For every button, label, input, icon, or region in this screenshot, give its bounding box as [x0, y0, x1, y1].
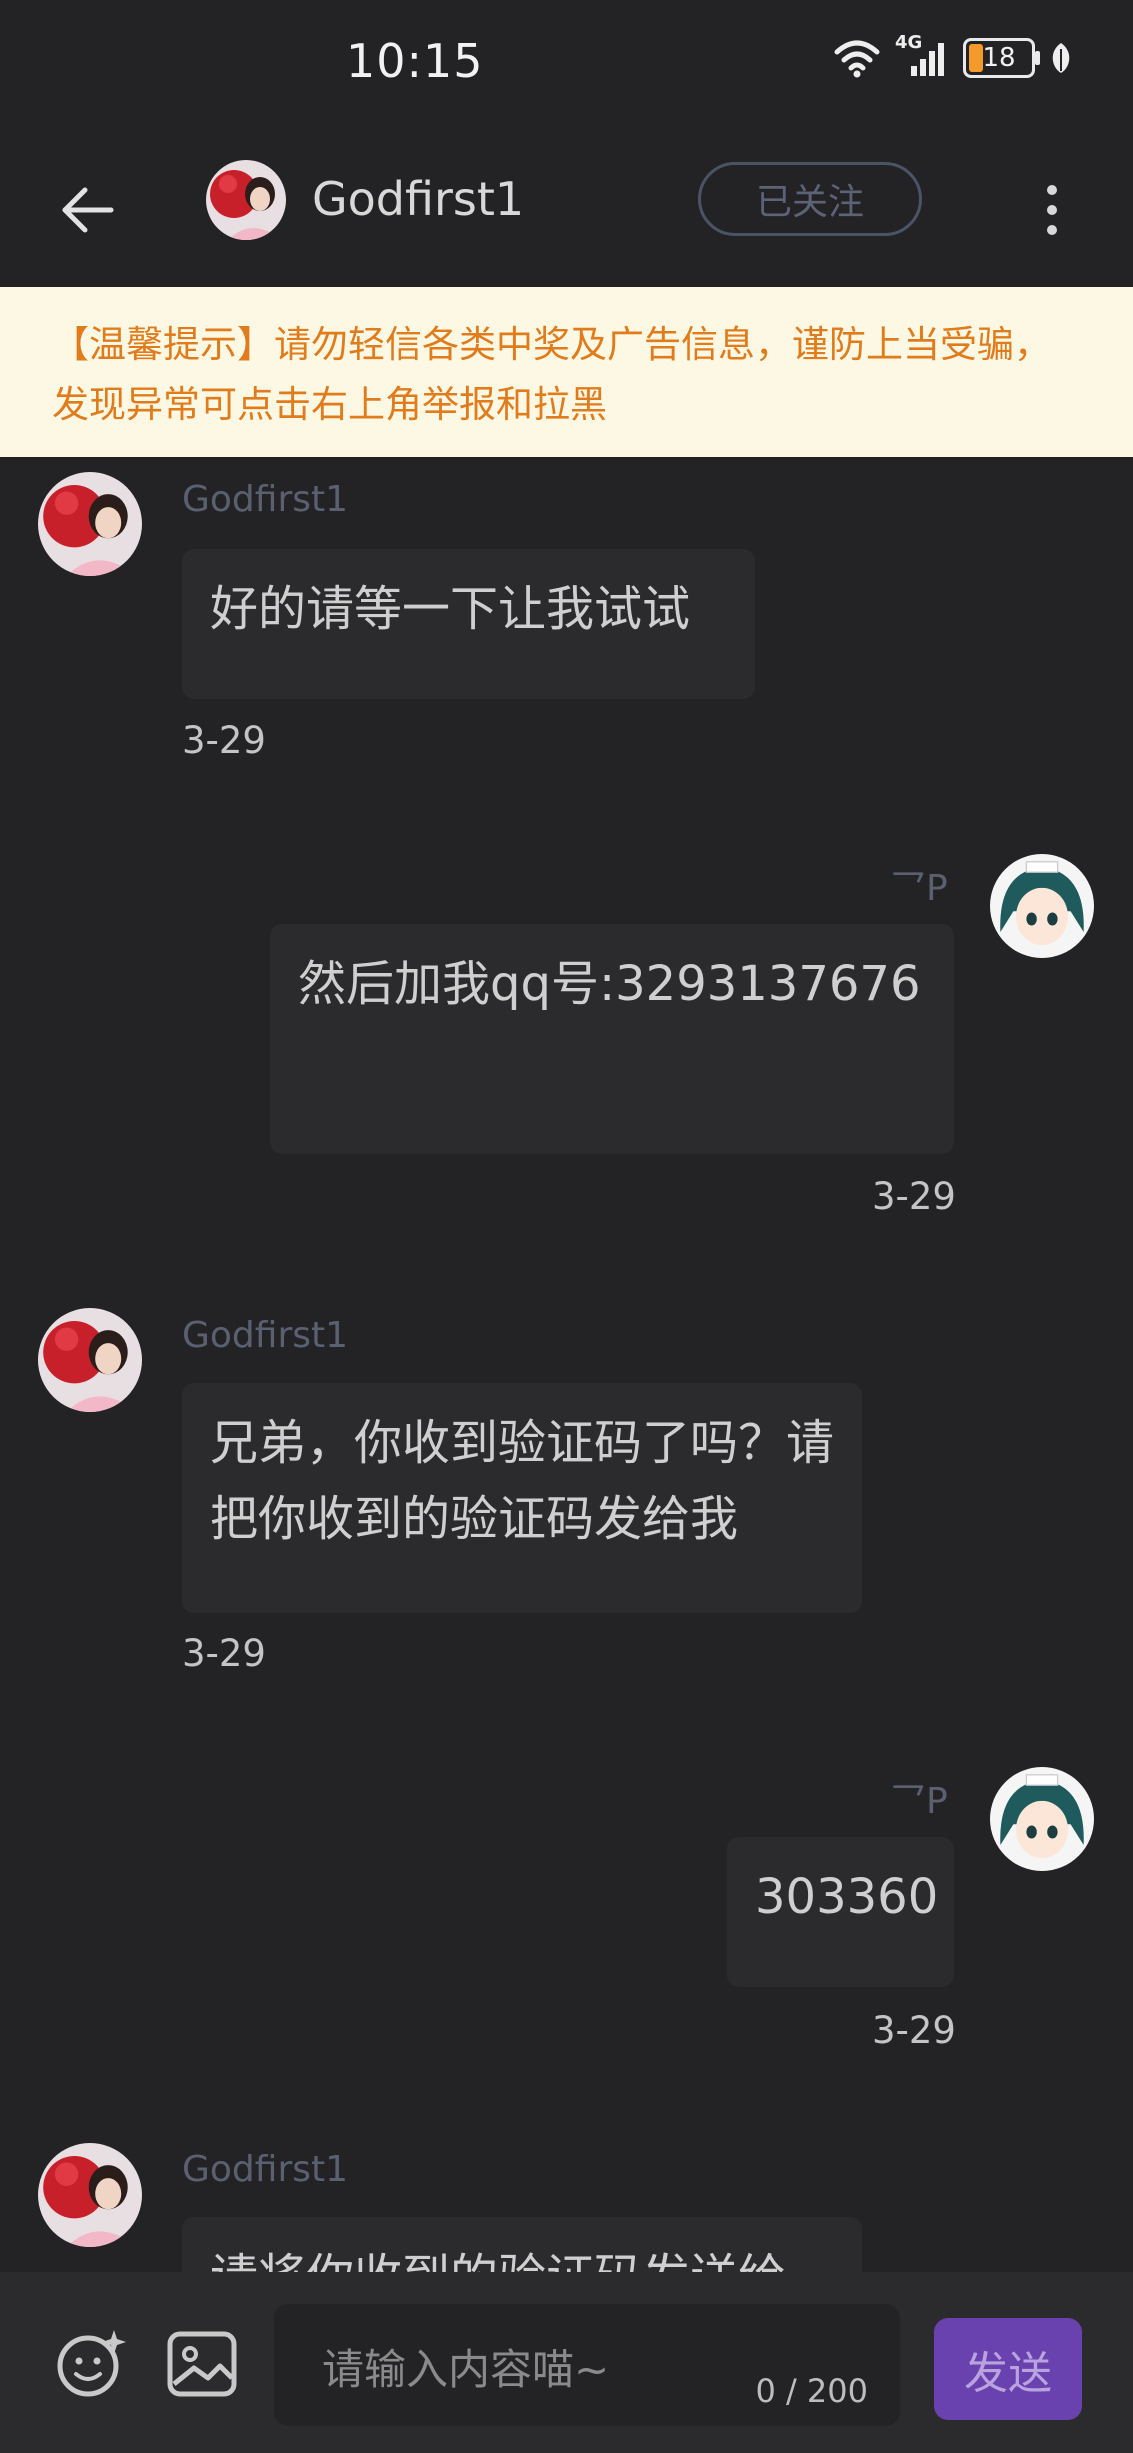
input-placeholder: 请输入内容喵~ [322, 2345, 610, 2394]
sender-name: Godfirst1 [182, 479, 349, 520]
leaf-icon [1052, 43, 1070, 73]
message-time: 3-29 [872, 1175, 956, 1218]
warning-banner: 【温馨提示】请勿轻信各类中奖及广告信息，谨防上当受骗，发现异常可点击右上角举报和… [0, 287, 1133, 457]
message-bubble[interactable]: 请将你收到的验证码发送给 [182, 2217, 862, 2272]
back-arrow-icon [62, 187, 114, 233]
send-button[interactable]: 发送 [934, 2318, 1082, 2420]
sender-avatar[interactable] [38, 472, 142, 576]
back-button[interactable] [52, 175, 122, 245]
status-time: 10:15 [346, 34, 484, 88]
my-avatar[interactable] [990, 854, 1094, 958]
follow-button[interactable]: 已关注 [698, 162, 922, 236]
contact-avatar[interactable] [206, 160, 286, 240]
image-icon [167, 2331, 237, 2397]
sender-avatar[interactable] [38, 1308, 142, 1412]
sender-name: 乛P [890, 1781, 948, 1822]
sender-name: 乛P [890, 868, 948, 909]
signal-icon: 4G [895, 32, 949, 78]
message-bubble[interactable]: 然后加我qq号:3293137676 [270, 924, 954, 1154]
message-bubble[interactable]: 好的请等一下让我试试 [182, 549, 755, 699]
my-avatar[interactable] [990, 1767, 1094, 1871]
emoji-button[interactable] [54, 2326, 130, 2402]
message-time: 3-29 [872, 2009, 956, 2052]
char-counter: 0 / 200 [755, 2372, 868, 2410]
sender-avatar[interactable] [38, 2143, 142, 2247]
battery-icon: 18 [963, 38, 1040, 78]
message-input[interactable]: 请输入内容喵~ 0 / 200 [274, 2304, 900, 2426]
sender-name: Godfirst1 [182, 2149, 349, 2190]
input-bar: 请输入内容喵~ 0 / 200 发送 [0, 2272, 1133, 2453]
status-bar: 10:15 4G 18 [0, 0, 1133, 130]
battery-level: 18 [982, 43, 1016, 73]
wifi-icon [834, 40, 880, 78]
more-dots-icon [1047, 185, 1057, 195]
system-icons: 4G 18 [833, 32, 1073, 78]
chat-header: Godfirst1 已关注 [0, 130, 1133, 287]
message-time: 3-29 [182, 719, 266, 762]
message-bubble[interactable]: 兄弟，你收到验证码了吗？请把你收到的验证码发给我 [182, 1383, 862, 1613]
emoji-icon [57, 2330, 126, 2397]
message-bubble[interactable]: 303360 [727, 1837, 954, 1987]
image-button[interactable] [164, 2326, 240, 2402]
sender-name: Godfirst1 [182, 1315, 349, 1356]
more-options-button[interactable] [1030, 170, 1074, 250]
contact-name: Godfirst1 [312, 172, 525, 226]
message-time: 3-29 [182, 1632, 266, 1675]
message-list[interactable]: Godfirst1 好的请等一下让我试试 3-29 乛P 然后加我qq号:329… [0, 457, 1133, 2272]
